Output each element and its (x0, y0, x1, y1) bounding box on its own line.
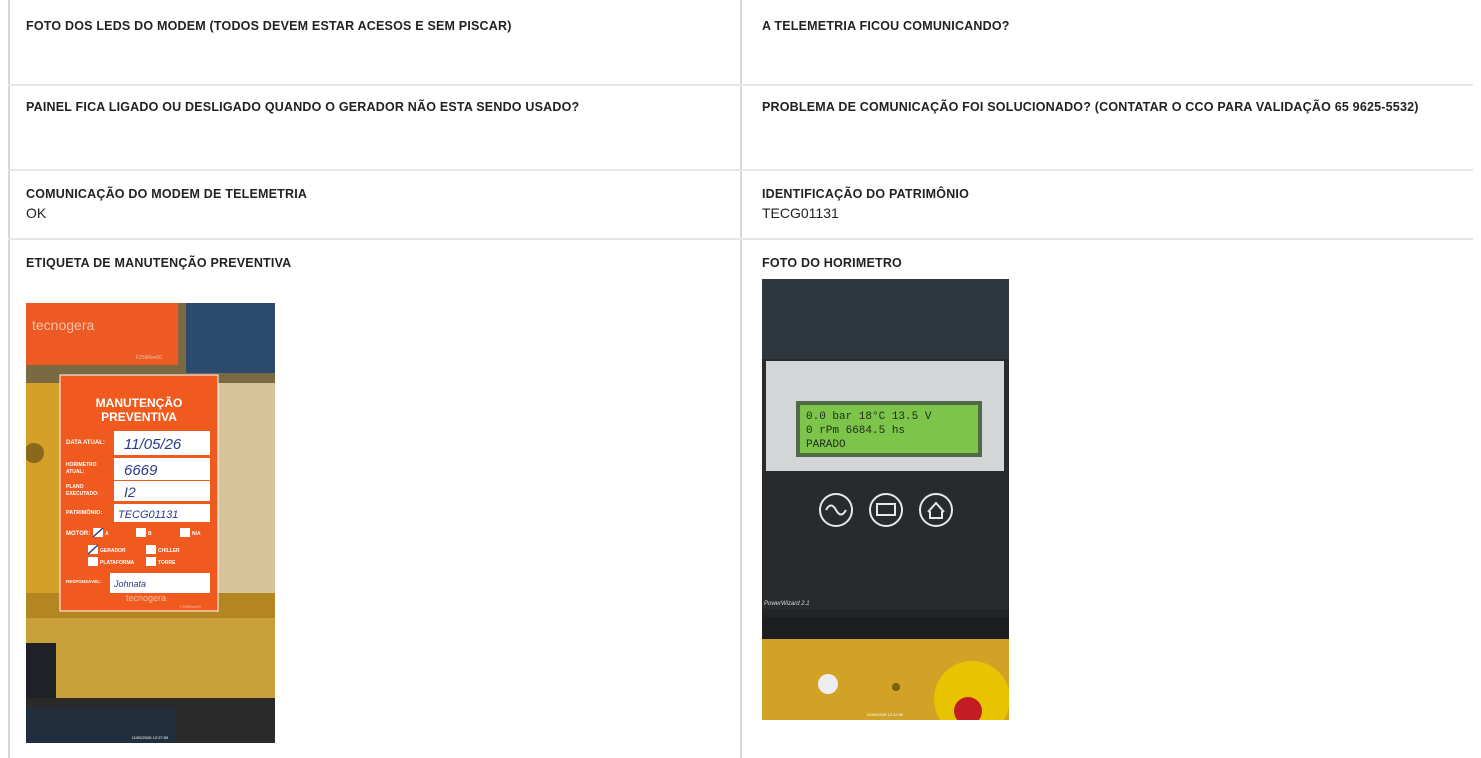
field-value: TECG01131 (762, 205, 839, 221)
field-etiqueta-manutencao: ETIQUETA DE MANUTENÇÃO PREVENTIVA (10, 256, 710, 271)
row-divider-3 (8, 238, 1473, 240)
lcd-line-3: PARADO (806, 439, 846, 451)
motor-label: MOTOR: (66, 531, 90, 537)
label-title-1: MANUTENÇÃO (96, 395, 183, 410)
brand-text-bottom: tecnogera (126, 593, 166, 603)
horimetro-label-1: HORIMETRO (66, 462, 97, 468)
field-label: FOTO DO HORIMETRO (762, 256, 902, 270)
lcd-line-2: 0 rPm 6684.5 hs (806, 425, 905, 437)
field-problema-solucionado: PROBLEMA DE COMUNICAÇÃO FOI SOLUCIONADO?… (746, 100, 1446, 115)
photo-timestamp: 11/05/2026 12:12:50 (867, 712, 904, 717)
plataforma-option: PLATAFORMA (100, 560, 135, 566)
motor-a: A (105, 531, 109, 537)
field-comunicacao-modem: COMUNICAÇÃO DO MODEM DE TELEMETRIA OK (10, 187, 710, 222)
photo-timestamp: 11/05/2026 12:27:59 (132, 735, 169, 740)
field-label: FOTO DOS LEDS DO MODEM (TODOS DEVEM ESTA… (26, 19, 512, 33)
data-atual-label: DATA ATUAL: (66, 440, 105, 446)
label-title-2: PREVENTIVA (101, 410, 177, 424)
plano-label-2: EXECUTADO: (66, 491, 99, 497)
panel-brand: PowerWizard 2.1 (764, 601, 810, 607)
form-code-top: F259Rev00 (136, 355, 162, 361)
patrimonio-value: TECG01131 (118, 509, 178, 521)
column-divider (740, 0, 742, 758)
field-label: PROBLEMA DE COMUNICAÇÃO FOI SOLUCIONADO?… (762, 100, 1419, 114)
field-identificacao-patrimonio: IDENTIFICAÇÃO DO PATRIMÔNIO TECG01131 (746, 187, 1446, 222)
chiller-option: CHILLER (158, 548, 180, 554)
responsavel-label: RESPONSÁVEL: (66, 578, 102, 584)
patrimonio-label: PATRIMÔNIO: (66, 508, 102, 516)
plano-value: I2 (124, 484, 136, 500)
field-foto-horimetro: FOTO DO HORIMETRO (746, 256, 1446, 271)
form-code-bottom: F259Rev00 (180, 604, 201, 609)
field-label: IDENTIFICAÇÃO DO PATRIMÔNIO (762, 187, 970, 201)
plano-label-1: PLANO (66, 484, 84, 490)
row-divider-2 (8, 169, 1473, 171)
responsavel-value: Johnata (113, 579, 146, 589)
horimetro-value: 6669 (124, 462, 158, 479)
field-label: PAINEL FICA LIGADO OU DESLIGADO QUANDO O… (26, 100, 580, 114)
row-divider-1 (8, 84, 1473, 86)
motor-b: B (148, 531, 152, 537)
brand-text-top: tecnogera (32, 317, 94, 333)
gerador-option: GERADOR (100, 548, 126, 554)
horimetro-label-2: ATUAL: (66, 469, 85, 475)
field-telemetria-comunicando: A TELEMETRIA FICOU COMUNICANDO? (746, 19, 1446, 34)
field-value: OK (26, 205, 47, 221)
motor-na: N/A (192, 531, 201, 537)
horimetro-photo[interactable]: 0.0 bar 18°C 13.5 V 0 rPm 6684.5 hs PARA… (762, 279, 1009, 720)
torre-option: TORRE (158, 560, 176, 566)
field-label: ETIQUETA DE MANUTENÇÃO PREVENTIVA (26, 256, 292, 270)
field-leds-modem: FOTO DOS LEDS DO MODEM (TODOS DEVEM ESTA… (10, 19, 710, 34)
field-painel-ligado: PAINEL FICA LIGADO OU DESLIGADO QUANDO O… (10, 100, 710, 115)
field-label: COMUNICAÇÃO DO MODEM DE TELEMETRIA (26, 187, 308, 201)
lcd-line-1: 0.0 bar 18°C 13.5 V (806, 411, 932, 423)
etiqueta-photo[interactable]: tecnogera F259Rev00 MANUTENÇÃO PREVENTIV… (26, 303, 275, 743)
field-label: A TELEMETRIA FICOU COMUNICANDO? (762, 19, 1010, 33)
data-atual-value: 11/05/26 (124, 436, 182, 453)
